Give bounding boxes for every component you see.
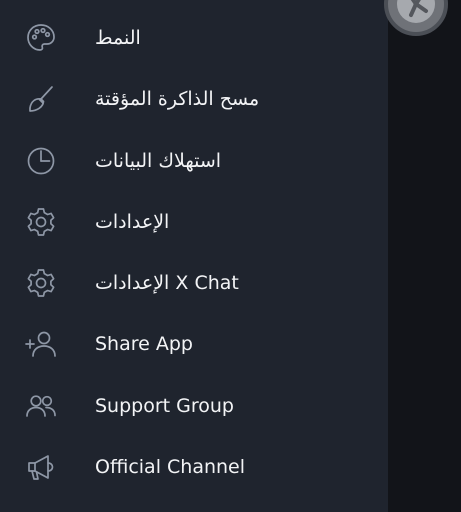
pie-chart-icon <box>24 144 58 178</box>
navigation-drawer: النمط مسح الذاكرة المؤقتة استهلاك البيان… <box>0 0 388 512</box>
palette-icon <box>24 21 58 55</box>
menu-label-data-usage: استهلاك البيانات <box>95 149 222 172</box>
menu-item-xchat-settings[interactable]: الإعدادات X Chat <box>0 252 388 313</box>
floating-action-button[interactable] <box>384 0 448 36</box>
menu-label-support-group: Support Group <box>95 394 234 417</box>
users-icon <box>24 389 58 423</box>
menu-item-share-app[interactable]: Share App <box>0 313 388 374</box>
menu-label-share-app: Share App <box>95 332 193 355</box>
add-user-icon <box>24 327 58 361</box>
menu-label-clear-cache: مسح الذاكرة المؤقتة <box>95 87 260 110</box>
screen: النمط مسح الذاكرة المؤقتة استهلاك البيان… <box>0 0 461 512</box>
broom-icon <box>24 82 58 116</box>
megaphone-icon <box>24 450 58 484</box>
menu-label-theme: النمط <box>95 26 141 49</box>
menu-item-theme[interactable]: النمط <box>0 7 388 68</box>
menu-item-support-group[interactable]: Support Group <box>0 375 388 436</box>
compass-icon <box>393 0 439 27</box>
menu-item-clear-cache[interactable]: مسح الذاكرة المؤقتة <box>0 68 388 129</box>
menu-label-settings: الإعدادات <box>95 210 170 233</box>
gear-icon <box>24 205 58 239</box>
gear-icon <box>24 266 58 300</box>
menu-label-xchat-settings: الإعدادات X Chat <box>95 271 239 294</box>
menu-item-official-channel[interactable]: Official Channel <box>0 436 388 497</box>
menu-item-settings[interactable]: الإعدادات <box>0 191 388 252</box>
menu-label-official-channel: Official Channel <box>95 455 246 478</box>
menu-item-data-usage[interactable]: استهلاك البيانات <box>0 130 388 191</box>
